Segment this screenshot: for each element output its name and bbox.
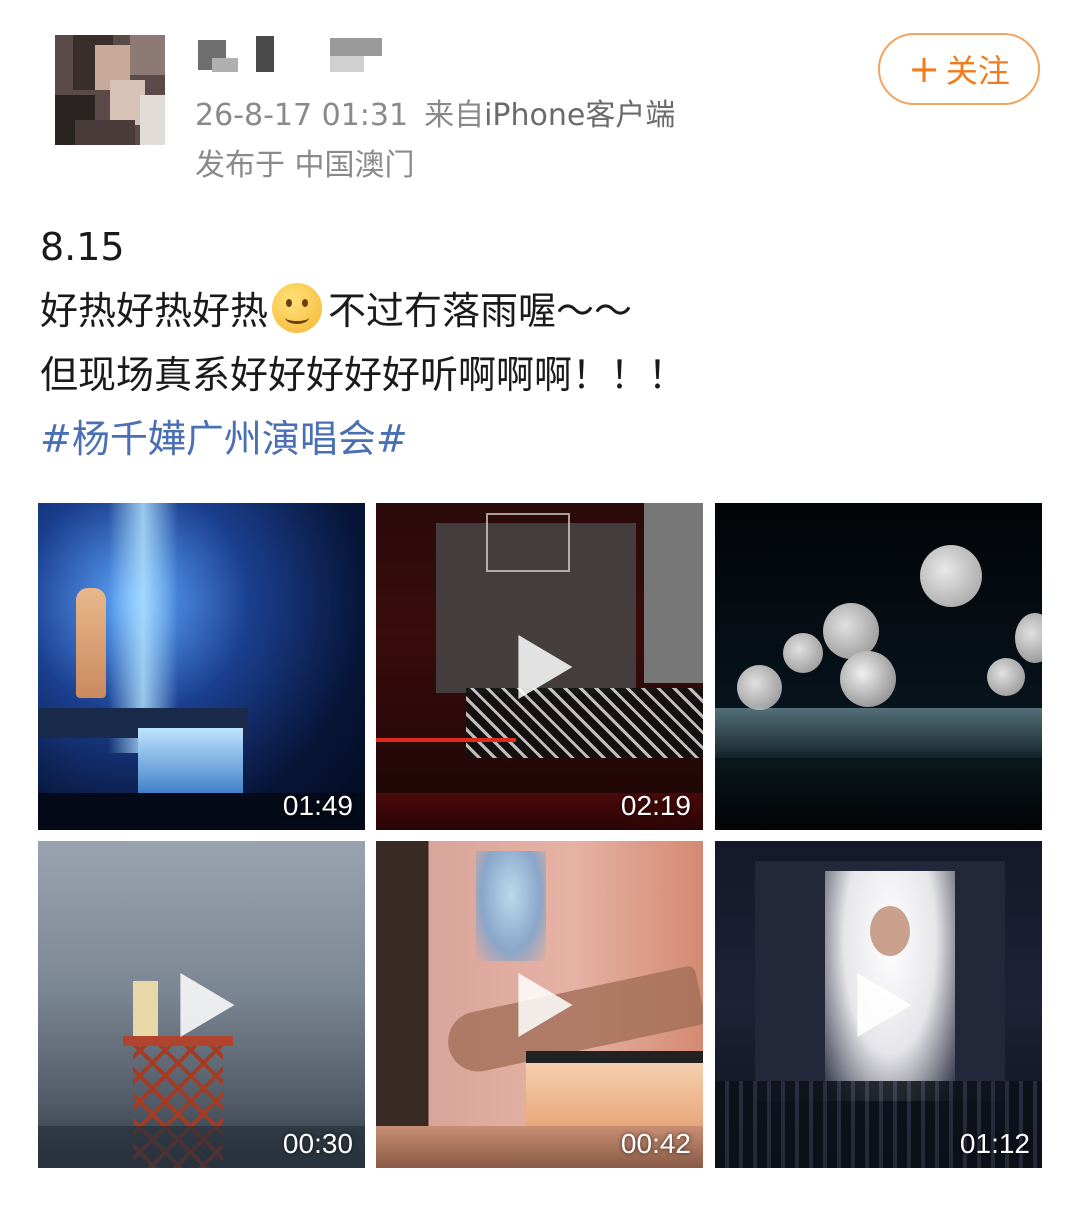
post-text: 8.15 好热好热好热 不过冇落雨喔～～ 但现场真系好好好好好听啊啊啊！！！ #杨…: [40, 215, 1040, 471]
play-icon: [517, 972, 572, 1037]
hashtag-link[interactable]: #杨千嬅广州演唱会#: [40, 407, 1040, 471]
video-duration: 01:49: [282, 790, 353, 821]
media-tile-6[interactable]: 01:12: [715, 841, 1042, 1168]
post-location: 发布于 中国澳门: [195, 148, 415, 183]
melting-face-icon: [272, 283, 323, 333]
media-tile-1[interactable]: 01:49: [38, 503, 365, 830]
play-icon: [517, 634, 572, 699]
video-duration: 02:19: [620, 790, 691, 821]
media-tile-3[interactable]: [715, 503, 1042, 830]
follow-label: 关注: [945, 52, 1010, 90]
play-icon: [179, 972, 234, 1037]
username[interactable]: [198, 36, 398, 76]
avatar[interactable]: [55, 35, 165, 145]
post-line-3: 但现场真系好好好好好听啊啊啊！！！: [40, 353, 687, 397]
media-grid: 01:49 02:19 00:30 00:42 01:12: [38, 503, 1042, 1168]
media-tile-2[interactable]: 02:19: [376, 503, 703, 830]
post-source: 来自iPhone客户端: [424, 98, 675, 133]
play-icon: [856, 972, 911, 1037]
post-line-2a: 好热好热好热: [40, 289, 269, 333]
post-line-2: 好热好热好热 不过冇落雨喔～～: [40, 279, 1040, 343]
follow-button[interactable]: + 关注: [878, 33, 1040, 105]
video-duration: 00:42: [620, 1128, 691, 1159]
post-line-2b: 不过冇落雨喔～～: [328, 289, 633, 333]
source-client: iPhone客户端: [484, 98, 676, 133]
post-line-1: 8.15: [40, 225, 125, 269]
source-prefix: 来自: [424, 98, 485, 133]
video-duration: 01:12: [959, 1128, 1030, 1159]
plus-icon: +: [908, 47, 940, 91]
post-timestamp: 26-8-17 01:31: [195, 98, 409, 133]
media-tile-4[interactable]: 00:30: [38, 841, 365, 1168]
media-tile-5[interactable]: 00:42: [376, 841, 703, 1168]
video-duration: 00:30: [282, 1128, 353, 1159]
post-meta: 26-8-17 01:31 来自iPhone客户端: [195, 90, 675, 134]
